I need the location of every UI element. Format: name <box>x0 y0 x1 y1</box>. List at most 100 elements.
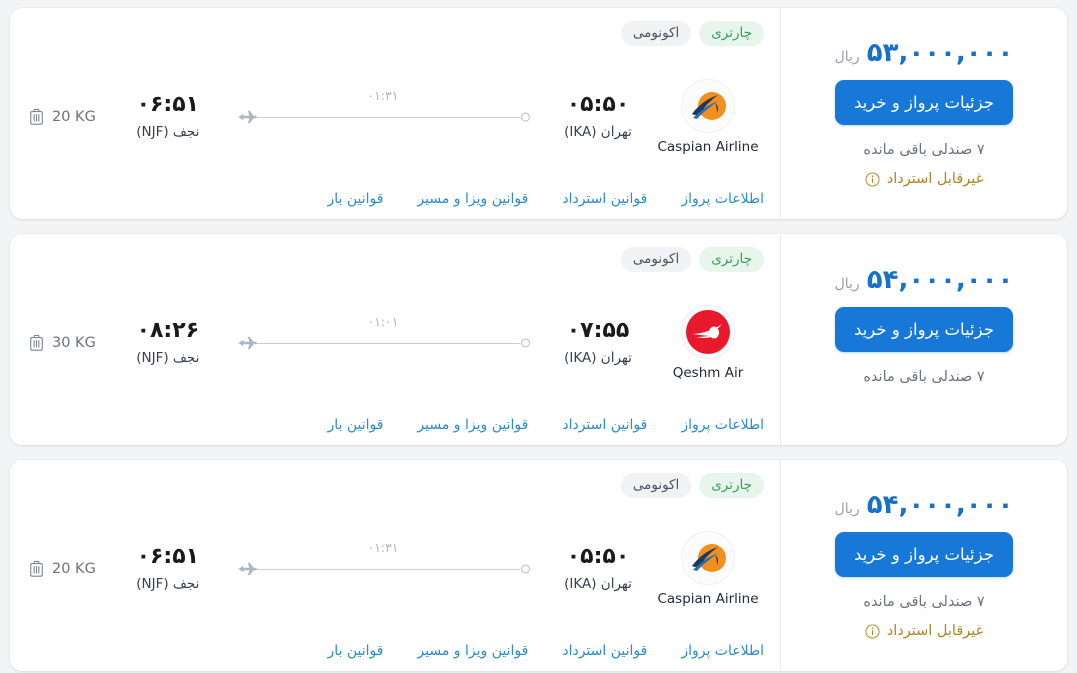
link-refund-rules[interactable]: قوانین استرداد <box>562 417 647 433</box>
airplane-icon <box>236 332 258 354</box>
link-baggage-rules[interactable]: قوانین بار <box>327 643 383 659</box>
caspian-logo <box>682 80 734 132</box>
flight-details-panel: چارتری اکونومی Caspian Airline ۰۵:۵۰ تهر… <box>10 460 780 671</box>
route-graphic: ۰۱:۰۱ <box>236 313 530 370</box>
departure-time: ۰۷:۵۵ <box>566 317 630 343</box>
arrival-airport: نجف (NJF) <box>136 123 200 140</box>
flight-details-panel: چارتری اکونومی Qeshm Air ۰۷:۵۵ تهران (IK… <box>10 234 780 445</box>
buy-button[interactable]: جزئیات پرواز و خرید <box>835 80 1013 125</box>
departure-airport: تهران (IKA) <box>564 575 632 592</box>
link-flight-info[interactable]: اطلاعات پرواز <box>681 417 764 433</box>
origin-dot-icon <box>521 564 530 573</box>
departure-time: ۰۵:۵۰ <box>566 543 630 569</box>
badge-charter: چارتری <box>699 247 764 272</box>
badges-row: چارتری اکونومی <box>28 21 764 46</box>
link-visa-route-rules[interactable]: قوانین ویزا و مسیر <box>417 191 528 207</box>
origin-dot-icon <box>521 112 530 121</box>
link-visa-route-rules[interactable]: قوانین ویزا و مسیر <box>417 643 528 659</box>
refund-note: غیرقابل استرداد <box>865 623 983 639</box>
departure-endpoint: ۰۵:۵۰ تهران (IKA) <box>544 543 652 592</box>
flight-card[interactable]: ۵۳,۰۰۰,۰۰۰ ریال جزئیات پرواز و خرید ۷ صن… <box>10 8 1067 219</box>
badge-cabin-class: اکونومی <box>620 21 692 46</box>
price-amount: ۵۴,۰۰۰,۰۰۰ <box>866 264 1014 295</box>
badge-cabin-class: اکونومی <box>620 473 692 498</box>
link-refund-rules[interactable]: قوانین استرداد <box>562 643 647 659</box>
route-line <box>251 342 520 344</box>
route-graphic: ۰۱:۳۱ <box>236 539 530 596</box>
departure-airport: تهران (IKA) <box>564 349 632 366</box>
flight-details-panel: چارتری اکونومی Caspian Airline ۰۵:۵۰ تهر… <box>10 8 780 219</box>
info-circle-icon <box>865 171 880 187</box>
price-row: ۵۳,۰۰۰,۰۰۰ ریال <box>835 40 1014 66</box>
airline-name: Caspian Airline <box>657 139 759 155</box>
arrival-endpoint: ۰۶:۵۱ نجف (NJF) <box>114 543 222 592</box>
seats-left-text: ۷ صندلی باقی مانده <box>863 368 985 385</box>
route-line <box>251 116 520 118</box>
seats-left-text: ۷ صندلی باقی مانده <box>863 142 985 158</box>
badge-charter: چارتری <box>699 473 764 498</box>
flight-links-row: اطلاعات پرواز قوانین استرداد قوانین ویزا… <box>28 643 764 661</box>
suitcase-icon <box>28 334 45 352</box>
qeshm-logo <box>682 306 734 358</box>
arrival-time: ۰۶:۵۱ <box>136 91 200 117</box>
price-amount: ۵۴,۰۰۰,۰۰۰ <box>866 490 1014 520</box>
airplane-icon <box>236 106 258 128</box>
baggage-allowance: 20 KG <box>28 560 96 578</box>
airline-block: Caspian Airline <box>652 532 764 607</box>
suitcase-icon <box>28 560 45 578</box>
link-flight-info[interactable]: اطلاعات پرواز <box>681 643 764 659</box>
flight-duration: ۰۱:۳۱ <box>367 539 399 555</box>
arrival-endpoint: ۰۶:۵۱ نجف (NJF) <box>114 91 222 140</box>
badges-row: چارتری اکونومی <box>28 247 764 272</box>
flight-card[interactable]: ۵۴,۰۰۰,۰۰۰ ریال جزئیات پرواز و خرید ۷ صن… <box>10 234 1067 445</box>
link-baggage-rules[interactable]: قوانین بار <box>327 191 383 207</box>
badge-charter: چارتری <box>699 21 764 46</box>
flight-card[interactable]: ۵۴,۰۰۰,۰۰۰ ریال جزئیات پرواز و خرید ۷ صن… <box>10 460 1067 671</box>
departure-time: ۰۵:۵۰ <box>566 91 630 117</box>
departure-endpoint: ۰۵:۵۰ تهران (IKA) <box>544 91 652 140</box>
buy-button[interactable]: جزئیات پرواز و خرید <box>835 306 1013 352</box>
airline-name: Caspian Airline <box>657 591 759 607</box>
link-refund-rules[interactable]: قوانین استرداد <box>562 191 647 207</box>
flight-links-row: اطلاعات پرواز قوانین استرداد قوانین ویزا… <box>28 417 764 435</box>
flight-results-list: ۵۳,۰۰۰,۰۰۰ ریال جزئیات پرواز و خرید ۷ صن… <box>0 0 1077 673</box>
airline-block: Caspian Airline <box>652 80 764 155</box>
baggage-weight: 20 KG <box>52 560 96 577</box>
link-baggage-rules[interactable]: قوانین بار <box>327 417 383 433</box>
itinerary-row: Caspian Airline ۰۵:۵۰ تهران (IKA) ۰۱:۳۱ … <box>28 498 764 643</box>
badges-row: چارتری اکونومی <box>28 473 764 498</box>
route-line <box>251 568 520 570</box>
caspian-logo <box>682 532 734 584</box>
arrival-time: ۰۶:۵۱ <box>136 543 200 569</box>
seats-left-text: ۷ صندلی باقی مانده <box>863 594 985 610</box>
price-panel: ۵۴,۰۰۰,۰۰۰ ریال جزئیات پرواز و خرید ۷ صن… <box>780 460 1067 671</box>
baggage-allowance: 20 KG <box>28 108 96 126</box>
refund-note-label: غیرقابل استرداد <box>886 171 984 187</box>
refund-note: غیرقابل استرداد <box>865 171 983 187</box>
itinerary-row: Caspian Airline ۰۵:۵۰ تهران (IKA) ۰۱:۳۱ … <box>28 46 764 191</box>
price-row: ۵۴,۰۰۰,۰۰۰ ریال <box>835 267 1014 293</box>
badge-cabin-class: اکونومی <box>620 247 692 272</box>
price-currency: ریال <box>834 49 860 65</box>
link-visa-route-rules[interactable]: قوانین ویزا و مسیر <box>417 417 528 433</box>
arrival-time: ۰۸:۲۶ <box>136 317 200 343</box>
price-currency: ریال <box>834 275 860 292</box>
arrival-endpoint: ۰۸:۲۶ نجف (NJF) <box>114 317 222 366</box>
suitcase-icon <box>28 108 45 126</box>
link-flight-info[interactable]: اطلاعات پرواز <box>681 191 764 207</box>
flight-links-row: اطلاعات پرواز قوانین استرداد قوانین ویزا… <box>28 191 764 209</box>
origin-dot-icon <box>521 338 530 347</box>
flight-duration: ۰۱:۰۱ <box>367 313 399 329</box>
price-panel: ۵۴,۰۰۰,۰۰۰ ریال جزئیات پرواز و خرید ۷ صن… <box>780 234 1067 445</box>
price-row: ۵۴,۰۰۰,۰۰۰ ریال <box>835 492 1014 518</box>
departure-airport: تهران (IKA) <box>564 123 632 140</box>
refund-note-label: غیرقابل استرداد <box>886 623 984 639</box>
baggage-weight: 20 KG <box>52 108 96 125</box>
airplane-icon <box>236 558 258 580</box>
buy-button[interactable]: جزئیات پرواز و خرید <box>835 532 1013 577</box>
price-amount: ۵۳,۰۰۰,۰۰۰ <box>866 38 1014 68</box>
price-panel: ۵۳,۰۰۰,۰۰۰ ریال جزئیات پرواز و خرید ۷ صن… <box>780 8 1067 219</box>
airline-name: Qeshm Air <box>672 365 744 381</box>
arrival-airport: نجف (NJF) <box>136 349 200 366</box>
baggage-allowance: 30 KG <box>28 334 96 352</box>
